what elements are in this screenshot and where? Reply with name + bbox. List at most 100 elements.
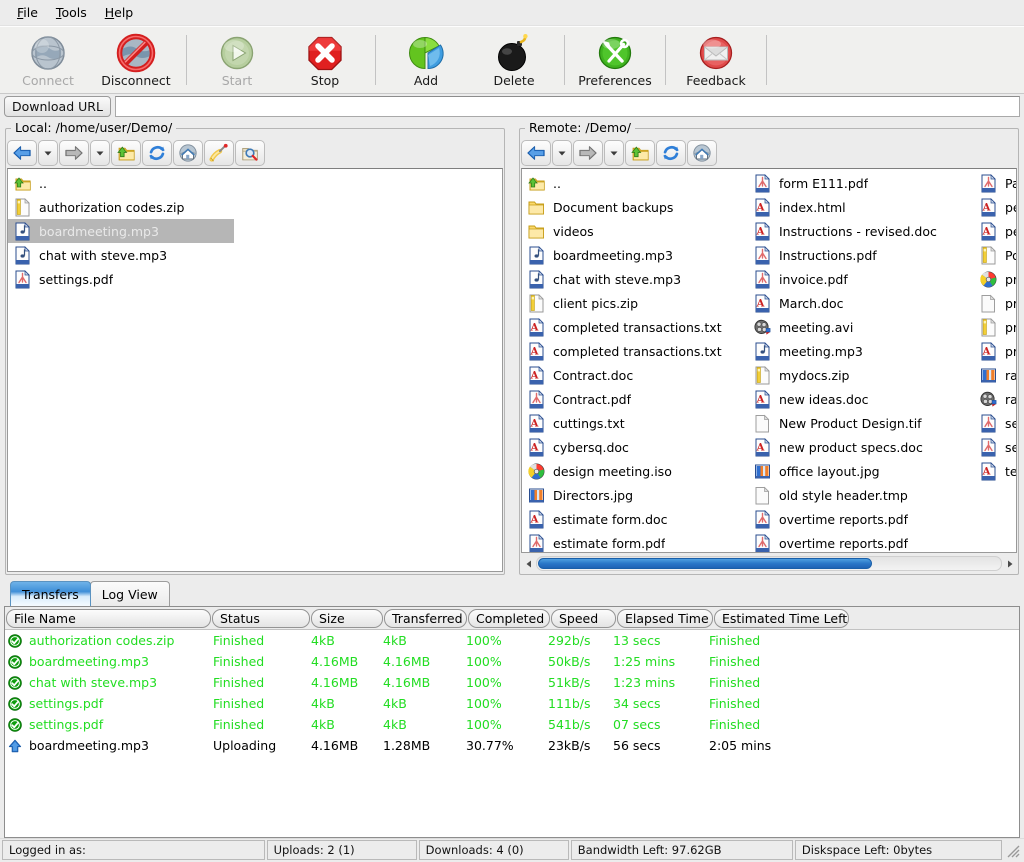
- file-item[interactable]: index.html: [748, 195, 974, 219]
- menu-help[interactable]: Help: [96, 3, 143, 22]
- file-item[interactable]: authorization codes.zip: [8, 195, 234, 219]
- local-search-button[interactable]: [235, 140, 265, 166]
- scroll-right-icon[interactable]: [1002, 556, 1017, 571]
- file-item[interactable]: ..: [8, 171, 234, 195]
- download-url-button[interactable]: Download URL: [4, 96, 111, 117]
- tab-transfers[interactable]: Transfers: [10, 581, 91, 606]
- file-item[interactable]: raw fe: [974, 387, 1016, 411]
- remote-up-directory-button[interactable]: [625, 140, 655, 166]
- table-row[interactable]: boardmeeting.mp3 Uploading 4.16MB 1.28MB 30.…: [5, 735, 1019, 756]
- remote-back-history-button[interactable]: [552, 140, 572, 166]
- file-item[interactable]: completed transactions.txt: [522, 339, 748, 363]
- file-item[interactable]: New Product Design.tif: [748, 411, 974, 435]
- pane-splitter[interactable]: [508, 120, 516, 577]
- file-item[interactable]: new ideas.doc: [748, 387, 974, 411]
- file-item[interactable]: client pics.zip: [522, 291, 748, 315]
- file-item[interactable]: produ: [974, 315, 1016, 339]
- file-item[interactable]: print: [974, 291, 1016, 315]
- file-item[interactable]: old style header.tmp: [748, 483, 974, 507]
- local-clean-button[interactable]: [204, 140, 234, 166]
- column-header-size[interactable]: Size: [311, 609, 383, 628]
- file-item[interactable]: videos: [522, 219, 748, 243]
- toolbar-start-button[interactable]: Start: [193, 31, 281, 93]
- file-item[interactable]: petty: [974, 219, 1016, 243]
- table-row[interactable]: chat with steve.mp3 Finished 4.16MB 4.16MB 1…: [5, 672, 1019, 693]
- file-item[interactable]: design meeting.iso: [522, 459, 748, 483]
- local-forward-button[interactable]: [59, 140, 89, 166]
- file-item[interactable]: terms: [974, 459, 1016, 483]
- file-item[interactable]: cuttings.txt: [522, 411, 748, 435]
- table-row[interactable]: authorization codes.zip Finished 4kB 4kB 100…: [5, 630, 1019, 651]
- file-item[interactable]: invoice.pdf: [748, 267, 974, 291]
- column-header-completed[interactable]: Completed: [468, 609, 550, 628]
- toolbar-delete-button[interactable]: Delete: [470, 31, 558, 93]
- menu-tools[interactable]: Tools: [47, 3, 96, 22]
- file-item[interactable]: new product specs.doc: [748, 435, 974, 459]
- file-item[interactable]: office layout.jpg: [748, 459, 974, 483]
- tab-log-view[interactable]: Log View: [89, 581, 170, 606]
- file-item[interactable]: overtime reports.pdf: [748, 531, 974, 552]
- local-file-list[interactable]: .. authorization codes.zip boardmeeting.mp…: [7, 168, 503, 572]
- toolbar-feedback-button[interactable]: Feedback: [672, 31, 760, 93]
- column-header-file-name[interactable]: File Name: [6, 609, 211, 628]
- toolbar-connect-button[interactable]: Connect: [4, 31, 92, 93]
- file-item[interactable]: chat with steve.mp3: [8, 243, 234, 267]
- local-up-directory-button[interactable]: [111, 140, 141, 166]
- scrollbar-thumb[interactable]: [538, 558, 873, 569]
- file-item[interactable]: meeting.avi: [748, 315, 974, 339]
- file-item[interactable]: Contract.doc: [522, 363, 748, 387]
- table-row[interactable]: settings.pdf Finished 4kB 4kB 100% 111b/s 34 s…: [5, 693, 1019, 714]
- file-item[interactable]: settings.pdf: [8, 267, 234, 291]
- local-forward-history-button[interactable]: [90, 140, 110, 166]
- column-header-estimated-time-left[interactable]: Estimated Time Left: [714, 609, 849, 628]
- file-item[interactable]: Directors.jpg: [522, 483, 748, 507]
- file-item[interactable]: settin: [974, 411, 1016, 435]
- local-refresh-button[interactable]: [142, 140, 172, 166]
- file-item[interactable]: March.doc: [748, 291, 974, 315]
- file-item[interactable]: perfo: [974, 195, 1016, 219]
- table-row[interactable]: boardmeeting.mp3 Finished 4.16MB 4.16MB 100%…: [5, 651, 1019, 672]
- scroll-left-icon[interactable]: [521, 556, 536, 571]
- download-url-input[interactable]: [114, 96, 1020, 117]
- file-item[interactable]: Instructions - revised.doc: [748, 219, 974, 243]
- file-item[interactable]: produ: [974, 339, 1016, 363]
- file-item[interactable]: boardmeeting.mp3: [8, 219, 234, 243]
- remote-forward-button[interactable]: [573, 140, 603, 166]
- column-header-speed[interactable]: Speed: [551, 609, 616, 628]
- remote-home-button[interactable]: [687, 140, 717, 166]
- local-home-button[interactable]: [173, 140, 203, 166]
- file-item[interactable]: Contract.pdf: [522, 387, 748, 411]
- local-back-history-button[interactable]: [38, 140, 58, 166]
- menu-file[interactable]: File: [8, 3, 47, 22]
- column-header-elapsed-time[interactable]: Elapsed Time: [617, 609, 713, 628]
- column-header-transferred[interactable]: Transferred: [384, 609, 467, 628]
- toolbar-add-button[interactable]: Add: [382, 31, 470, 93]
- column-header-status[interactable]: Status: [212, 609, 310, 628]
- file-item[interactable]: chat with steve.mp3: [522, 267, 748, 291]
- remote-horizontal-scrollbar[interactable]: [521, 555, 1017, 572]
- file-item[interactable]: estimate form.doc: [522, 507, 748, 531]
- remote-forward-history-button[interactable]: [604, 140, 624, 166]
- remote-file-list[interactable]: .. Document backups videos boardmeeting.mp3…: [521, 168, 1017, 553]
- file-item[interactable]: completed transactions.txt: [522, 315, 748, 339]
- remote-back-button[interactable]: [521, 140, 551, 166]
- toolbar-stop-button[interactable]: Stop: [281, 31, 369, 93]
- file-item[interactable]: estimate form.pdf: [522, 531, 748, 552]
- file-item[interactable]: boardmeeting.mp3: [522, 243, 748, 267]
- file-item[interactable]: ramar: [974, 363, 1016, 387]
- file-item[interactable]: cybersq.doc: [522, 435, 748, 459]
- file-item[interactable]: settin: [974, 435, 1016, 459]
- file-item[interactable]: Paris: [974, 171, 1016, 195]
- local-back-button[interactable]: [7, 140, 37, 166]
- file-item[interactable]: meeting.mp3: [748, 339, 974, 363]
- file-item[interactable]: overtime reports.pdf: [748, 507, 974, 531]
- resize-grip-icon[interactable]: [1004, 840, 1022, 860]
- file-item[interactable]: Document backups: [522, 195, 748, 219]
- file-item[interactable]: Instructions.pdf: [748, 243, 974, 267]
- file-item[interactable]: form E111.pdf: [748, 171, 974, 195]
- toolbar-preferences-button[interactable]: Preferences: [571, 31, 659, 93]
- table-row[interactable]: settings.pdf Finished 4kB 4kB 100% 541b/s 07 s…: [5, 714, 1019, 735]
- scrollbar-track[interactable]: [536, 556, 1002, 571]
- file-item[interactable]: prese: [974, 267, 1016, 291]
- file-item[interactable]: Portfo: [974, 243, 1016, 267]
